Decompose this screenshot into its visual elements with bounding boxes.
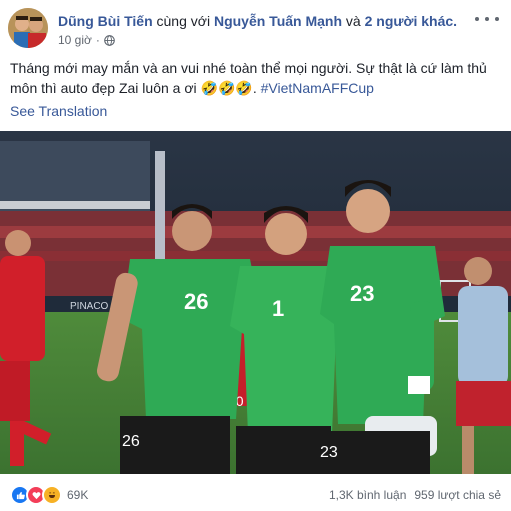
svg-text:26: 26 (184, 289, 208, 314)
post-photo[interactable]: PINACO 20 (0, 131, 511, 474)
dot (475, 17, 479, 21)
engagement-stats: 1,3K bình luận 959 lượt chia sẻ (329, 488, 501, 502)
author-avatar[interactable] (8, 8, 48, 48)
post-text: Tháng mới may mắn và an vui nhé toàn thể… (10, 58, 500, 98)
svg-text:26: 26 (122, 433, 140, 450)
share-count-link[interactable]: 959 lượt chia sẻ (414, 488, 501, 502)
reaction-count: 69K (67, 488, 89, 502)
author-name[interactable]: Dũng Bùi Tiến (58, 13, 153, 29)
dot (495, 17, 499, 21)
see-translation-link[interactable]: See Translation (10, 102, 107, 120)
emoji-laughing: 🤣🤣🤣. (200, 80, 257, 96)
with-text: cùng với (156, 13, 211, 29)
comment-count-link[interactable]: 1,3K bình luận (329, 488, 406, 502)
goalkeepers-photo: PINACO 20 (0, 131, 511, 474)
reaction-summary[interactable]: 69K (10, 485, 88, 505)
post-text-line-2: môn thì auto đẹp Zai luôn a ơi 🤣🤣🤣. #Vie… (10, 78, 500, 98)
banner-text: PINACO (70, 301, 109, 312)
svg-text:23: 23 (320, 444, 338, 461)
post-meta: 10 giờ · (58, 33, 115, 47)
svg-text:1: 1 (272, 296, 284, 321)
globe-icon[interactable] (104, 34, 115, 46)
post-time[interactable]: 10 giờ (58, 33, 92, 47)
post-text-line-1: Tháng mới may mắn và an vui nhé toàn thể… (10, 60, 487, 76)
facebook-post: Dũng Bùi Tiến cùng với Nguyễn Tuấn Mạnh … (0, 0, 511, 511)
post-header: Dũng Bùi Tiến cùng với Nguyễn Tuấn Mạnh … (8, 8, 503, 50)
more-options-icon[interactable] (475, 12, 499, 26)
tagged-person[interactable]: Nguyễn Tuấn Mạnh (214, 13, 342, 29)
hashtag-link[interactable]: #VietNamAFFCup (261, 80, 374, 96)
meta-separator: · (95, 33, 100, 47)
post-footer: 69K 1,3K bình luận 959 lượt chia sẻ (0, 478, 511, 511)
post-text-line-2-content: môn thì auto đẹp Zai luôn a ơi (10, 80, 197, 96)
dot (485, 17, 489, 21)
and-text: và (345, 13, 361, 29)
author-line: Dũng Bùi Tiến cùng với Nguyễn Tuấn Mạnh … (58, 13, 457, 30)
haha-reaction-icon (42, 485, 62, 505)
tagged-others[interactable]: 2 người khác. (365, 13, 457, 29)
svg-text:23: 23 (350, 281, 374, 306)
